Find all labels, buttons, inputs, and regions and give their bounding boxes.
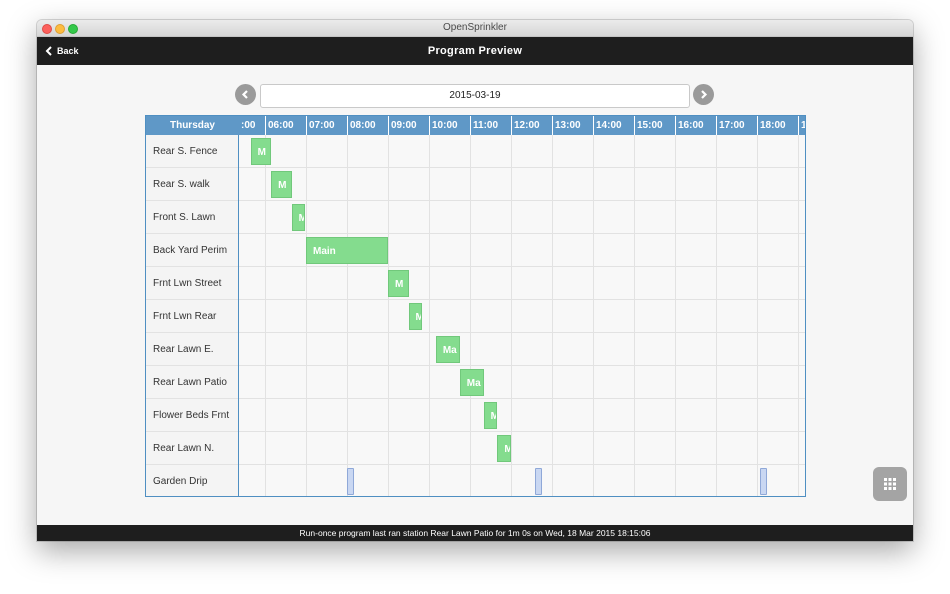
grid-line — [552, 135, 553, 496]
grid-line — [716, 135, 717, 496]
station-run-bar[interactable]: Main — [306, 237, 388, 264]
station-name: Back Yard Perim — [146, 234, 238, 267]
time-tick-label: 15:00 — [634, 116, 663, 135]
window-close-button[interactable] — [42, 24, 52, 34]
station-name: Rear S. walk — [146, 168, 238, 201]
time-tick-label: 06:00 — [265, 116, 294, 135]
grid-line — [306, 135, 307, 496]
station-run-bar[interactable]: M — [291, 204, 306, 231]
chevron-right-icon — [701, 90, 708, 99]
station-run-bar[interactable]: M — [250, 138, 272, 165]
time-tick-label: 13:00 — [552, 116, 581, 135]
menu-button[interactable] — [873, 467, 907, 501]
grid-line — [239, 332, 805, 333]
grid-line — [239, 200, 805, 201]
grid-menu-icon — [884, 478, 896, 490]
time-tick-label: 09:00 — [388, 116, 417, 135]
program-timeline[interactable]: Thursday :00 06:00 07:00 08:00 09:00 10:00 11:… — [145, 115, 806, 497]
station-name: Rear Lawn N. — [146, 432, 238, 465]
status-bar: Run-once program last ran station Rear L… — [37, 525, 913, 541]
station-run-bar[interactable]: Ma — [435, 336, 460, 363]
time-tick-label: 1 — [798, 116, 805, 135]
time-tick-label: 17:00 — [716, 116, 745, 135]
time-tick-label: 18:00 — [757, 116, 786, 135]
grid-line — [239, 365, 805, 366]
station-run-bar[interactable] — [760, 468, 768, 495]
next-day-button[interactable] — [693, 84, 714, 105]
grid-line — [470, 135, 471, 496]
station-run-bar[interactable]: M — [408, 303, 423, 330]
grid-line — [634, 135, 635, 496]
previous-day-button[interactable] — [235, 84, 256, 105]
grid-line — [388, 135, 389, 496]
grid-line — [511, 135, 512, 496]
app-header: Back Program Preview — [37, 37, 913, 65]
grid-line — [239, 233, 805, 234]
grid-line — [429, 135, 430, 496]
station-name: Front S. Lawn — [146, 201, 238, 234]
station-run-bar[interactable]: M — [388, 270, 409, 297]
chevron-left-icon — [241, 90, 248, 99]
station-name: Frnt Lwn Rear — [146, 300, 238, 333]
time-tick-label: :00 — [241, 120, 256, 131]
grid-line — [239, 299, 805, 300]
window-title: OpenSprinkler — [443, 22, 507, 33]
window-minimize-button[interactable] — [55, 24, 65, 34]
day-label: Thursday — [169, 120, 215, 131]
time-tick-label: 16:00 — [675, 116, 704, 135]
station-names-column: Rear S. Fence Rear S. walk Front S. Lawn Ba… — [146, 135, 239, 496]
grid-line — [239, 266, 805, 267]
grid-line — [757, 135, 758, 496]
window-titlebar: OpenSprinkler — [37, 20, 913, 37]
time-tick-label: 11:00 — [470, 116, 498, 135]
station-name: Rear Lawn E. — [146, 333, 238, 366]
grid-line — [265, 135, 266, 496]
grid-line — [593, 135, 594, 496]
station-name: Garden Drip — [146, 465, 238, 496]
page-title: Program Preview — [427, 45, 523, 57]
station-run-bar[interactable] — [534, 468, 542, 495]
time-tick-label: 07:00 — [306, 116, 335, 135]
date-field[interactable]: 2015-03-19 — [260, 84, 690, 108]
window-maximize-button[interactable] — [68, 24, 78, 34]
grid-line — [239, 464, 805, 465]
grid-line — [239, 398, 805, 399]
timeline-grid: MMMMainMMMaMaMM — [239, 135, 805, 496]
grid-line — [239, 167, 805, 168]
grid-line — [239, 431, 805, 432]
time-tick-label: 08:00 — [347, 116, 376, 135]
station-run-bar[interactable] — [347, 468, 354, 495]
station-name: Rear Lawn Patio — [146, 366, 238, 399]
time-tick-label: 12:00 — [511, 116, 540, 135]
station-run-bar[interactable]: M — [497, 435, 511, 462]
station-name: Flower Beds Frnt — [146, 399, 238, 432]
station-run-bar[interactable]: M — [483, 402, 498, 429]
timeline-header: Thursday :00 06:00 07:00 08:00 09:00 10:00 11:… — [146, 116, 805, 135]
station-name: Rear S. Fence — [146, 135, 238, 168]
time-tick-label: 14:00 — [593, 116, 622, 135]
grid-line — [798, 135, 799, 496]
time-tick-label: 10:00 — [429, 116, 458, 135]
station-name: Frnt Lwn Street — [146, 267, 238, 300]
grid-line — [347, 135, 348, 496]
station-run-bar[interactable]: M — [271, 171, 292, 198]
app-window: OpenSprinkler Back Program Preview 2015-… — [37, 20, 913, 541]
station-run-bar[interactable]: Ma — [459, 369, 484, 396]
grid-line — [675, 135, 676, 496]
